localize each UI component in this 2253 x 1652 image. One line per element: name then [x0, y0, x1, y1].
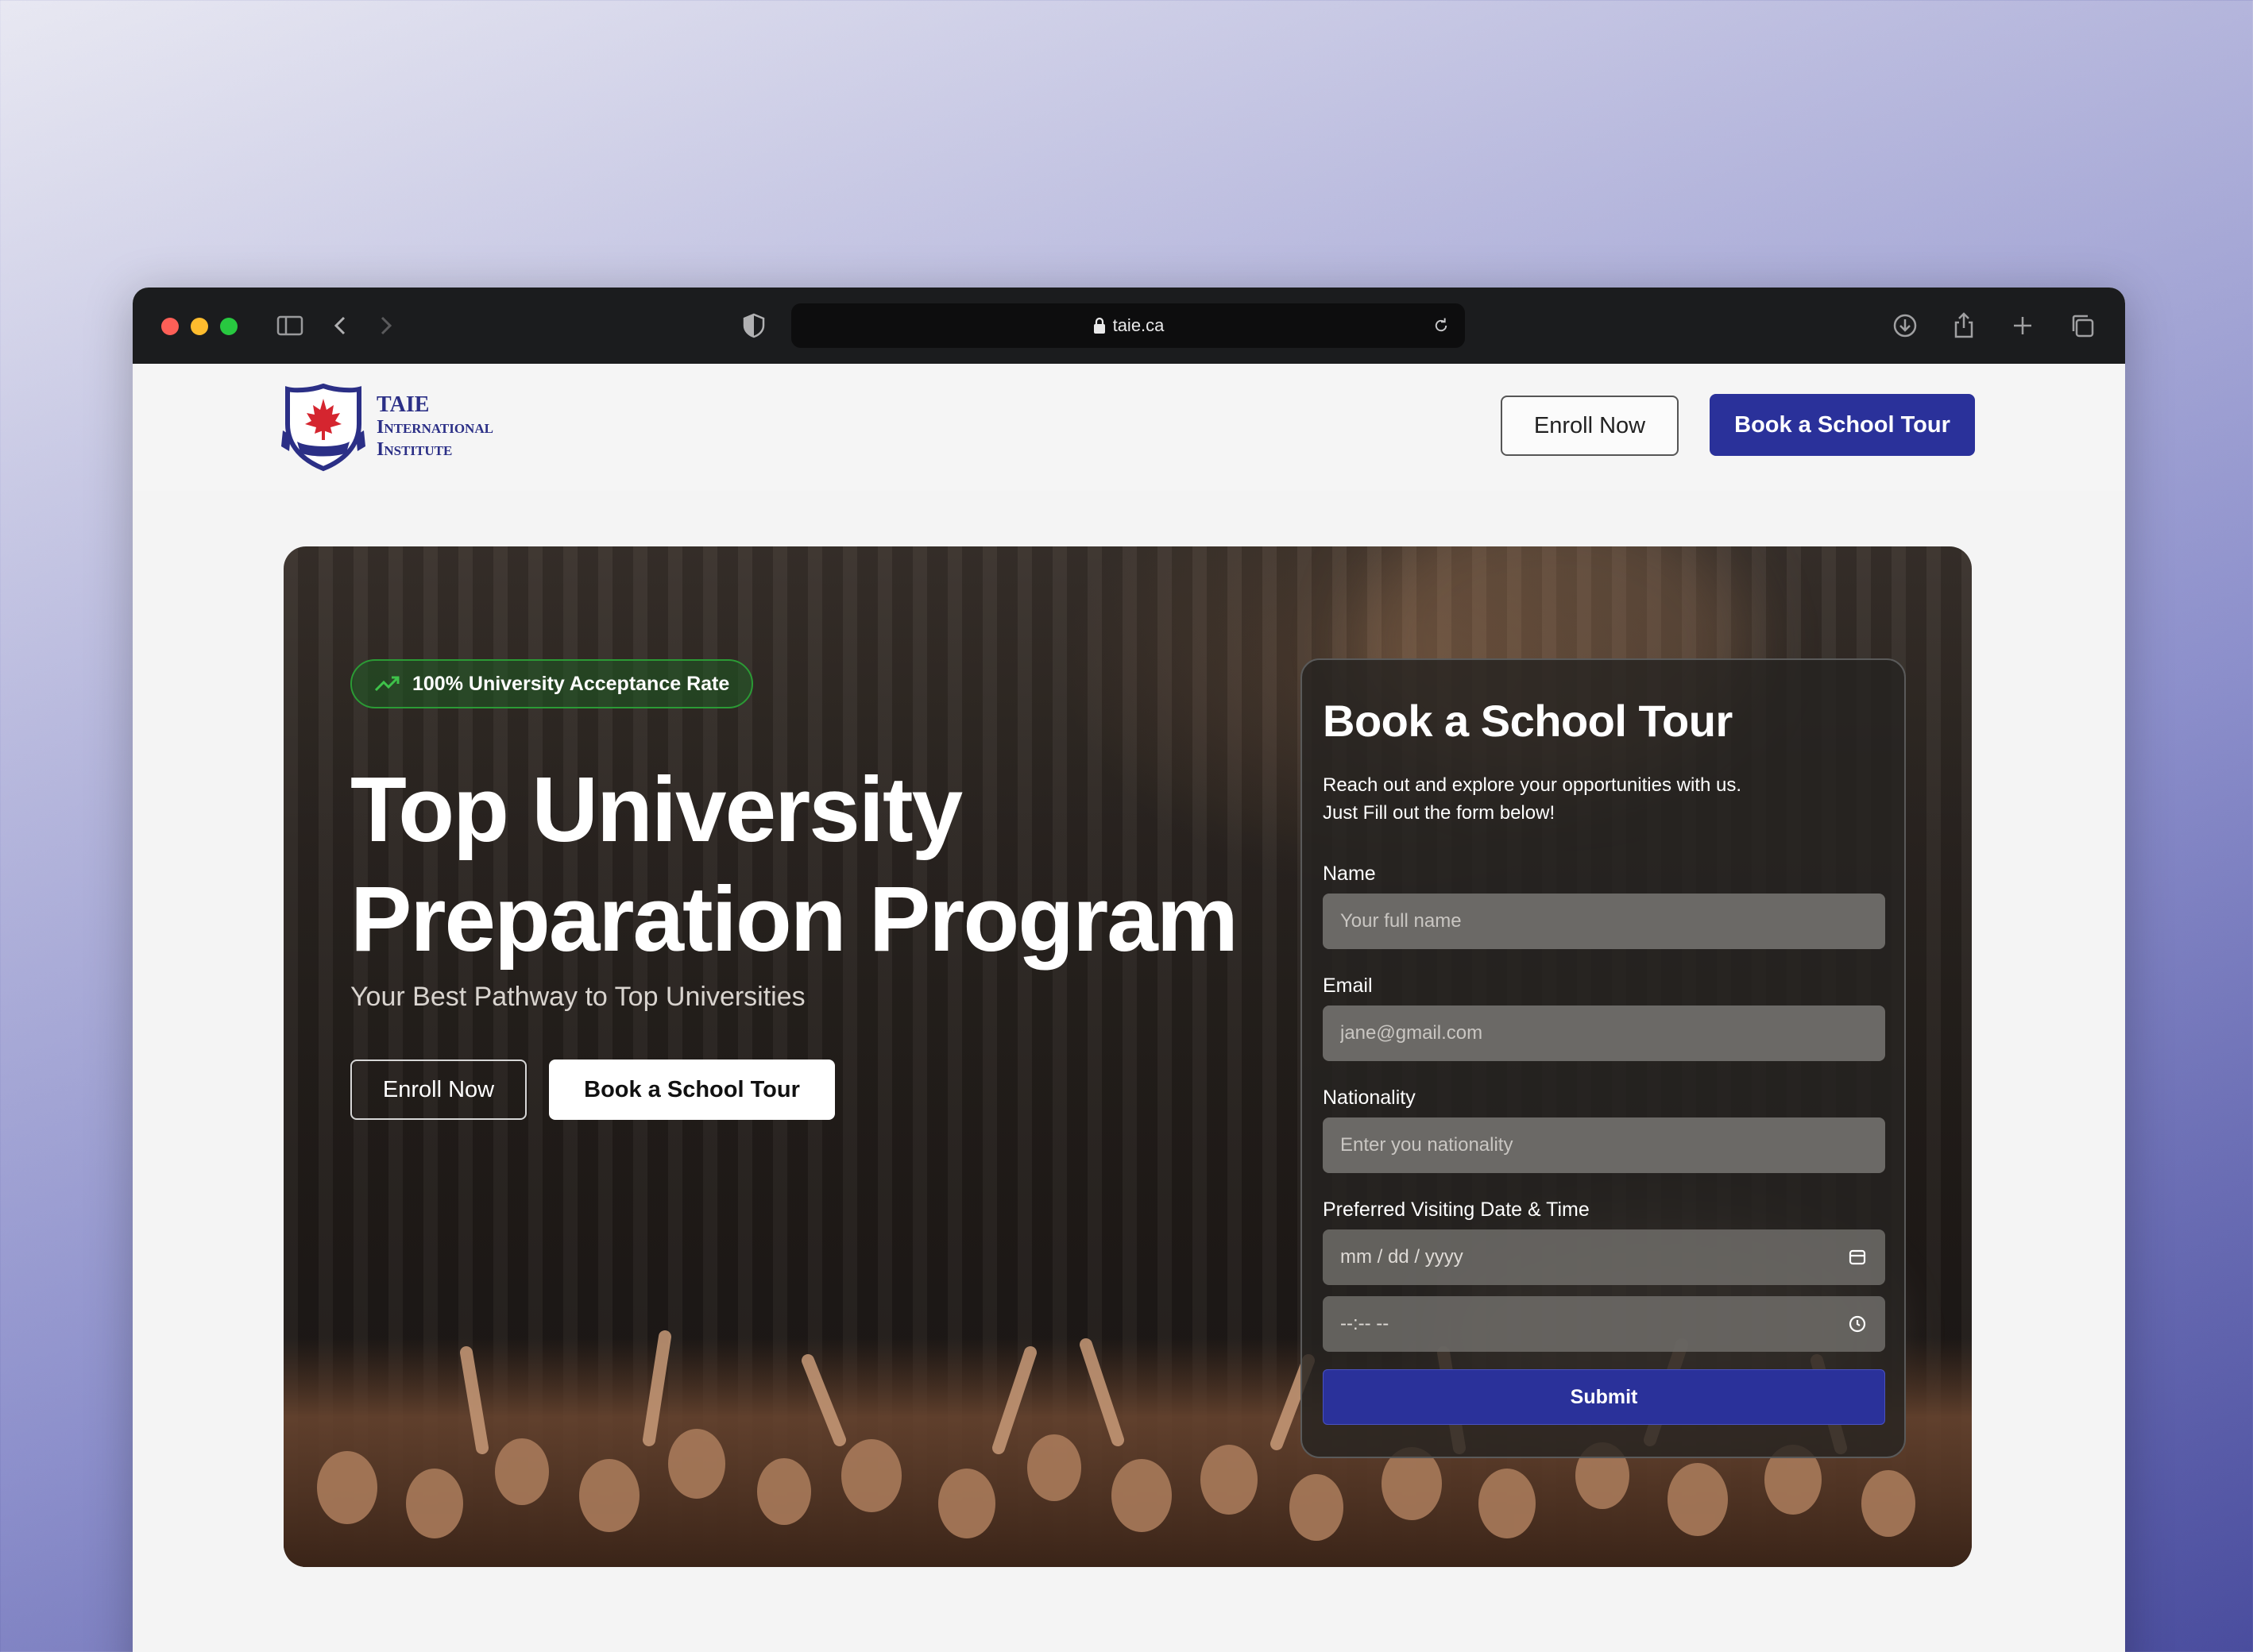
time-input[interactable]: --:-- -- [1323, 1296, 1885, 1352]
date-placeholder: mm / dd / yyyy [1340, 1246, 1463, 1268]
nationality-input[interactable] [1323, 1117, 1885, 1173]
download-icon[interactable] [1886, 307, 1924, 345]
acceptance-rate-badge: 100% University Acceptance Rate [350, 659, 754, 708]
minimize-window-button[interactable] [191, 318, 208, 335]
clock-icon[interactable] [1847, 1314, 1868, 1334]
name-label: Name [1323, 863, 1376, 885]
hero-title-line-1: Top University [350, 758, 963, 861]
hero-section: 100% University Acceptance Rate Top Univ… [284, 546, 1972, 1567]
site-header: TAIE International Institute Enroll Now … [133, 364, 2125, 491]
site-logo[interactable]: TAIE International Institute [280, 383, 493, 472]
form-title: Book a School Tour [1323, 696, 1733, 746]
time-placeholder: --:-- -- [1340, 1313, 1389, 1334]
trending-up-icon [374, 676, 400, 692]
back-icon[interactable] [322, 307, 360, 345]
calendar-icon[interactable] [1847, 1247, 1868, 1268]
browser-window: taie.ca TAIE International Institute Enr… [133, 288, 2125, 1652]
new-tab-icon[interactable] [2004, 307, 2042, 345]
submit-button[interactable]: Submit [1323, 1369, 1885, 1425]
browser-toolbar: taie.ca [133, 288, 2125, 364]
header-book-tour-button[interactable]: Book a School Tour [1710, 394, 1975, 456]
name-input[interactable] [1323, 894, 1885, 949]
email-label: Email [1323, 975, 1373, 997]
forward-icon[interactable] [366, 307, 404, 345]
close-window-button[interactable] [161, 318, 179, 335]
hero-title-line-2: Preparation Program [350, 867, 1239, 971]
privacy-shield-icon[interactable] [735, 307, 773, 345]
hero-subtitle: Your Best Pathway to Top Universities [350, 982, 806, 1012]
form-description-line-2: Just Fill out the form below! [1323, 802, 1555, 824]
maximize-window-button[interactable] [220, 318, 238, 335]
header-enroll-button[interactable]: Enroll Now [1501, 396, 1679, 456]
badge-text: 100% University Acceptance Rate [412, 672, 730, 695]
sidebar-toggle-icon[interactable] [271, 307, 309, 345]
hero-enroll-button[interactable]: Enroll Now [350, 1060, 527, 1120]
date-input[interactable]: mm / dd / yyyy [1323, 1229, 1885, 1285]
reload-icon[interactable] [1427, 311, 1455, 340]
logo-subtitle-1: International [377, 417, 493, 438]
form-description: Reach out and explore your opportunities… [1323, 771, 1741, 827]
logo-name: TAIE [377, 392, 430, 417]
share-icon[interactable] [1945, 307, 1983, 345]
email-input[interactable] [1323, 1005, 1885, 1061]
logo-subtitle-2: Institute [377, 439, 453, 460]
crest-logo-icon [281, 383, 365, 472]
url-text: taie.ca [1112, 315, 1165, 335]
form-description-line-1: Reach out and explore your opportunities… [1323, 774, 1741, 796]
datetime-label: Preferred Visiting Date & Time [1323, 1198, 1590, 1221]
lock-icon [1093, 317, 1105, 334]
address-bar[interactable]: taie.ca [791, 303, 1465, 348]
nationality-label: Nationality [1323, 1087, 1416, 1109]
hero-title: Top University Preparation Program [350, 755, 1264, 974]
book-tour-form: Book a School Tour Reach out and explore… [1300, 658, 1906, 1458]
tab-overview-icon[interactable] [2063, 307, 2101, 345]
hero-book-tour-button[interactable]: Book a School Tour [549, 1060, 835, 1120]
